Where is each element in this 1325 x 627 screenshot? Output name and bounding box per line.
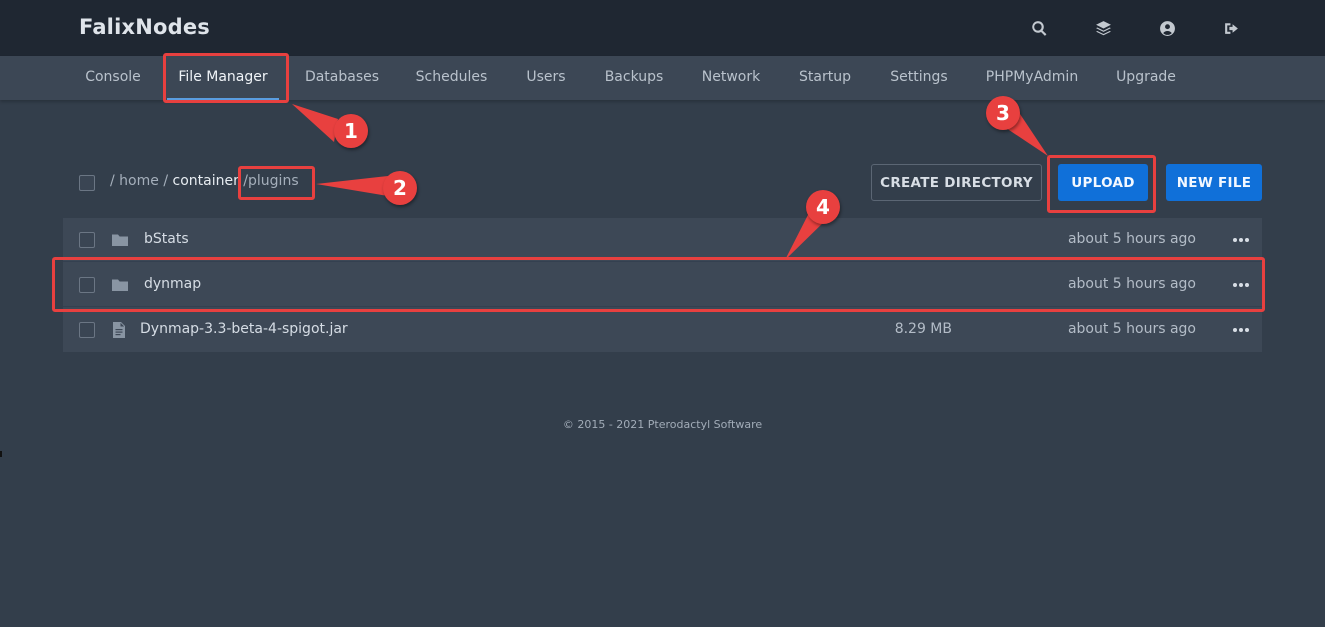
step-badge-2: 2: [383, 171, 417, 205]
step-badge-4: 4: [806, 190, 840, 224]
more-options-icon[interactable]: [1232, 321, 1250, 339]
file-name: Dynmap-3.3-beta-4-spigot.jar: [140, 321, 348, 337]
file-modified: about 5 hours ago: [1067, 321, 1196, 337]
file-modified: about 5 hours ago: [1067, 276, 1196, 292]
file-icon: [110, 321, 128, 339]
tab-schedules[interactable]: Schedules: [405, 56, 498, 100]
tab-console[interactable]: Console: [79, 56, 147, 100]
tab-network[interactable]: Network: [694, 56, 768, 100]
tab-backups[interactable]: Backups: [594, 56, 674, 100]
upload-button[interactable]: UPLOAD: [1058, 164, 1148, 201]
tab-startup[interactable]: Startup: [788, 56, 862, 100]
file-size: 8.29 MB: [894, 321, 952, 337]
file-name: bStats: [144, 231, 189, 247]
breadcrumb-plugins: plugins: [248, 173, 299, 189]
server-nav: Console File Manager Databases Schedules…: [0, 56, 1325, 100]
folder-icon: [111, 276, 129, 294]
create-directory-button[interactable]: CREATE DIRECTORY: [871, 164, 1042, 201]
breadcrumb-separator: /: [163, 173, 169, 189]
search-icon[interactable]: [1028, 17, 1050, 39]
row-checkbox[interactable]: [79, 322, 95, 338]
tab-upgrade[interactable]: Upgrade: [1108, 56, 1184, 100]
folder-icon: [111, 231, 129, 249]
file-list: bStats about 5 hours ago dynmap about 5 …: [63, 218, 1262, 352]
file-modified: about 5 hours ago: [1067, 231, 1196, 247]
file-row-dynmap-jar[interactable]: Dynmap-3.3-beta-4-spigot.jar 8.29 MB abo…: [63, 308, 1262, 352]
account-icon[interactable]: [1156, 17, 1178, 39]
file-row-dynmap[interactable]: dynmap about 5 hours ago: [63, 263, 1262, 307]
tab-settings[interactable]: Settings: [882, 56, 956, 100]
more-options-icon[interactable]: [1232, 231, 1250, 249]
top-bar: FalixNodes: [0, 0, 1325, 56]
step-badge-3: 3: [986, 96, 1020, 130]
select-all-checkbox[interactable]: [79, 175, 95, 191]
tab-phpmyadmin[interactable]: PHPMyAdmin: [976, 56, 1088, 100]
layers-icon[interactable]: [1092, 17, 1114, 39]
more-options-icon[interactable]: [1232, 276, 1250, 294]
logout-icon[interactable]: [1220, 17, 1242, 39]
row-checkbox[interactable]: [79, 277, 95, 293]
new-file-button[interactable]: NEW FILE: [1166, 164, 1262, 201]
footer-copyright: © 2015 - 2021 Pterodactyl Software: [562, 418, 763, 431]
breadcrumb: / home / container /plugins: [110, 173, 299, 189]
row-checkbox[interactable]: [79, 232, 95, 248]
brand-logo[interactable]: FalixNodes: [79, 15, 210, 39]
edge-mark: [0, 451, 2, 457]
step-badge-1: 1: [334, 114, 368, 148]
breadcrumb-separator: /: [110, 173, 115, 189]
file-name: dynmap: [144, 276, 202, 292]
tab-users[interactable]: Users: [518, 56, 574, 100]
tab-file-manager[interactable]: File Manager: [167, 56, 279, 100]
file-row-bstats[interactable]: bStats about 5 hours ago: [63, 218, 1262, 262]
breadcrumb-container[interactable]: container: [173, 173, 239, 189]
breadcrumb-home[interactable]: home: [119, 173, 159, 189]
tab-databases[interactable]: Databases: [299, 56, 385, 100]
